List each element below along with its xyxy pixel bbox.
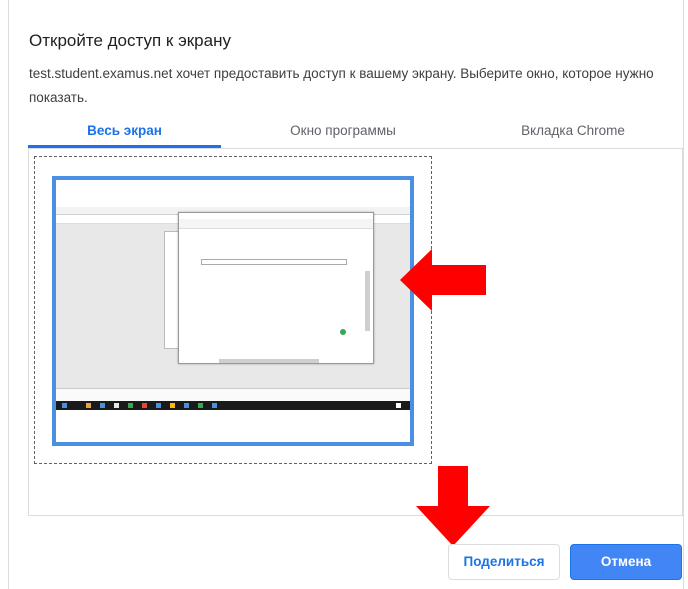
preview-taskbar-icon bbox=[128, 403, 133, 408]
preview-download-bar bbox=[56, 388, 410, 401]
tab-application-window[interactable]: Окно программы bbox=[238, 118, 448, 148]
preview-taskbar-icon bbox=[156, 403, 161, 408]
preview-window-field bbox=[201, 259, 347, 265]
preview-taskbar-icon bbox=[198, 403, 203, 408]
preview-taskbar bbox=[56, 401, 410, 410]
preview-taskbar-icon bbox=[184, 403, 189, 408]
preview-window-hscrollbar bbox=[219, 359, 319, 363]
preview-front-window bbox=[178, 212, 374, 364]
cancel-button[interactable]: Отмена bbox=[570, 544, 682, 580]
preview-taskbar-icon bbox=[86, 403, 91, 408]
tab-chrome-tab[interactable]: Вкладка Chrome bbox=[468, 118, 678, 148]
dialog-description: test.student.examus.net хочет предостави… bbox=[29, 66, 654, 105]
tab-entire-screen[interactable]: Весь экран bbox=[28, 118, 221, 148]
tab-bar: Весь экран Окно программы Вкладка Chrome bbox=[28, 118, 683, 148]
preview-green-icon bbox=[340, 329, 346, 335]
preview-taskbar-icon bbox=[170, 403, 175, 408]
share-button[interactable]: Поделиться bbox=[448, 544, 560, 580]
preview-window-scrollbar bbox=[365, 271, 370, 331]
preview-start-icon bbox=[62, 403, 67, 408]
preview-taskbar-icon bbox=[114, 403, 119, 408]
preview-taskbar-icon bbox=[142, 403, 147, 408]
screen-preview-image bbox=[56, 207, 410, 410]
preview-taskbar-icon bbox=[100, 403, 105, 408]
arrow-right-icon bbox=[400, 249, 486, 311]
preview-tray-icon bbox=[396, 403, 401, 408]
preview-taskbar-icon bbox=[212, 403, 217, 408]
arrow-down-icon bbox=[416, 466, 490, 546]
dialog-title: Откройте доступ к экрану bbox=[29, 31, 231, 50]
preview-window-toolbar bbox=[179, 219, 373, 229]
